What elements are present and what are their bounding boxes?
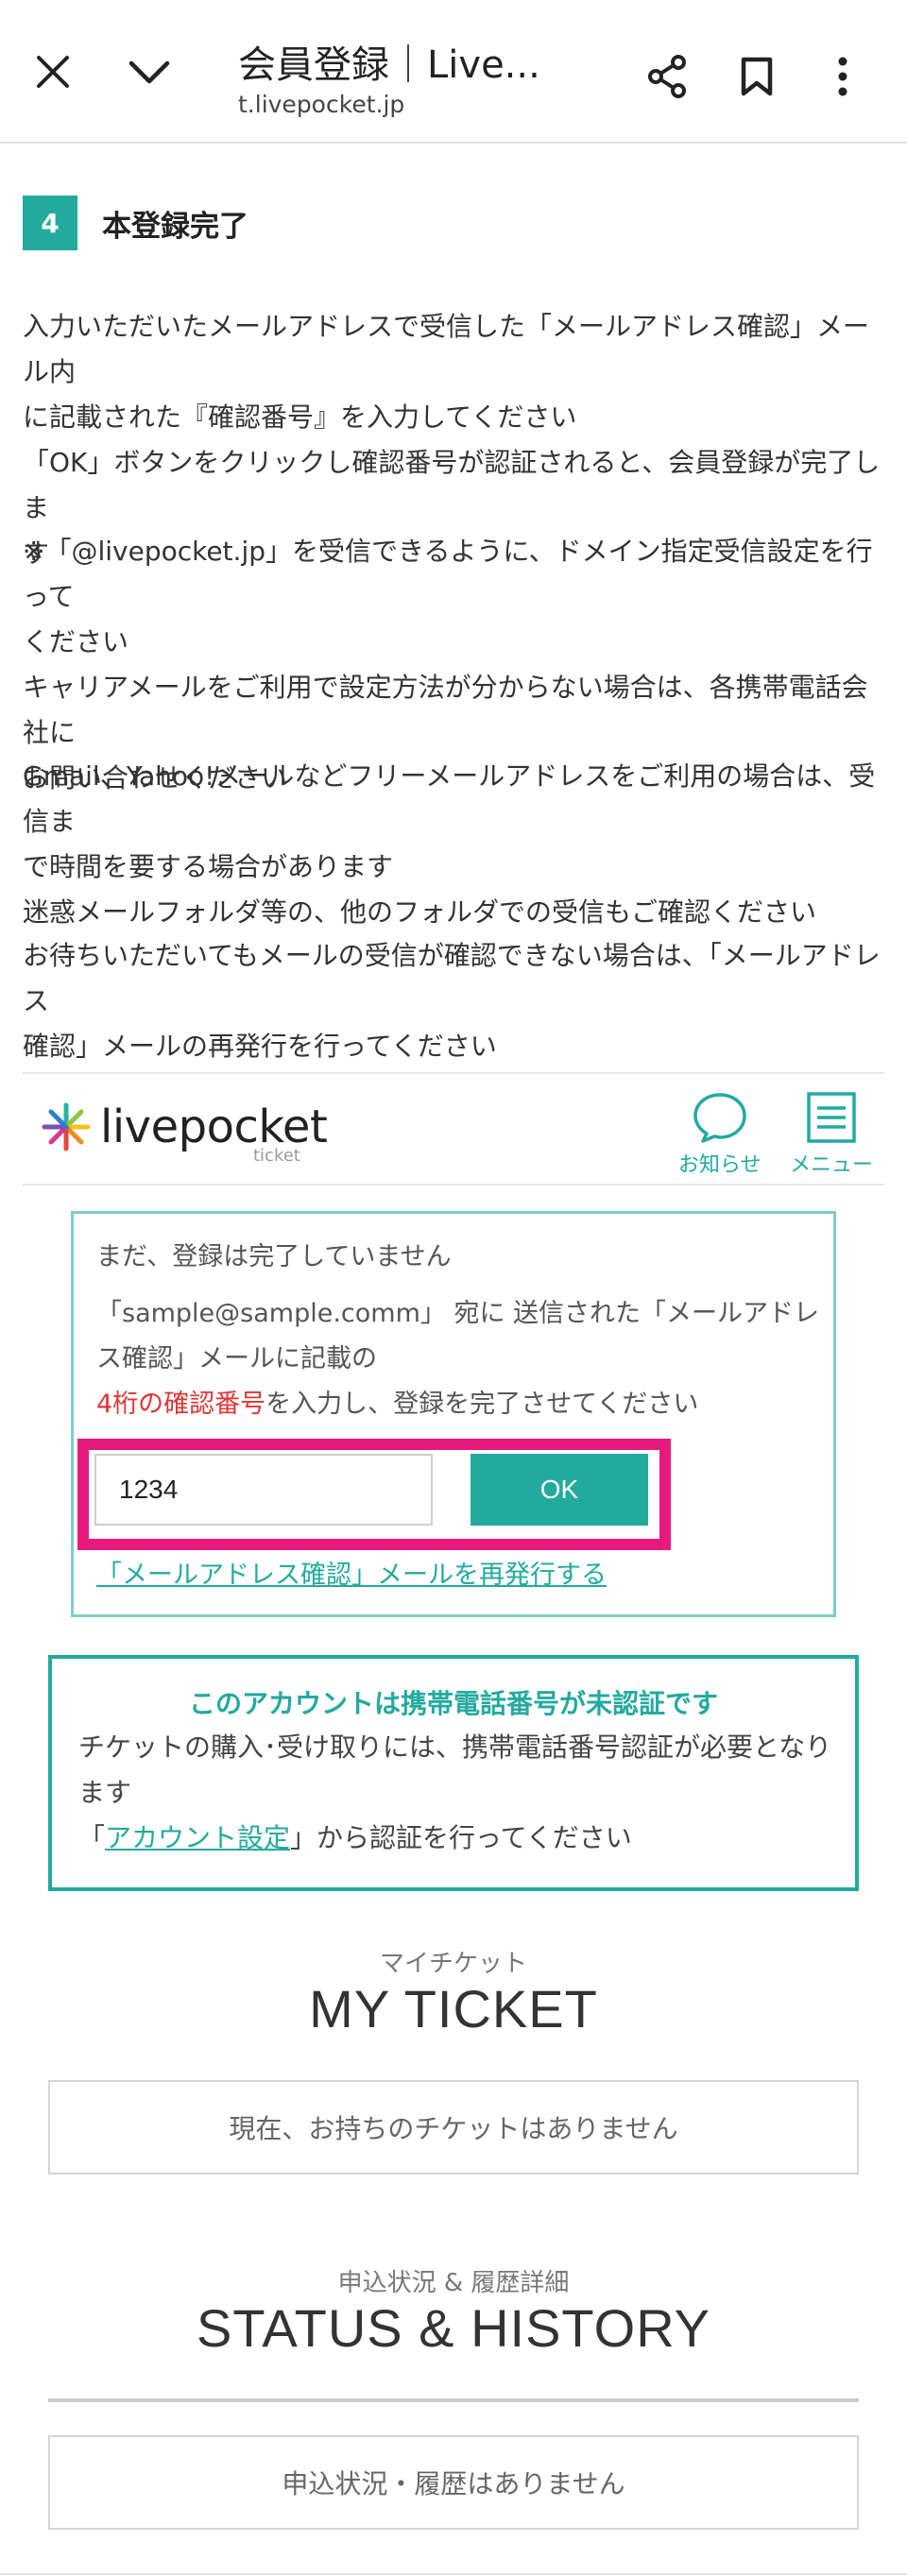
burst-logo-icon	[42, 1102, 91, 1152]
no-ticket-box: 現在、お持ちのチケットはありません	[48, 2080, 859, 2175]
code-digits-warning: 4桁の確認番号	[96, 1390, 266, 1419]
incomplete-notice: まだ、登録は完了していません	[96, 1242, 452, 1271]
my-ticket-subtitle: マイチケット	[379, 1950, 527, 1978]
no-status-box: 申込状況・履歴はありません	[48, 2435, 859, 2530]
page-title[interactable]: 会員登録｜Live...	[238, 34, 540, 89]
browser-toolbar: 会員登録｜Live... t.livepocket.jp	[0, 0, 907, 144]
step-number-badge: 4	[23, 196, 77, 250]
speech-bubble-icon	[693, 1093, 746, 1143]
section-divider	[48, 2398, 859, 2402]
menu-list-icon	[807, 1092, 856, 1143]
logo-subtext: ticket	[253, 1146, 300, 1166]
chevron-down-icon[interactable]	[128, 60, 170, 85]
step-heading: 4 本登録完了	[23, 196, 248, 250]
phone-unverified-title: このアカウントは携帯電話番号が未認証です	[188, 1688, 718, 1719]
bottom-divider	[0, 2573, 907, 2575]
phone-unverified-box: このアカウントは携帯電話番号が未認証です チケットの購入･受け取りには、携帯電話…	[48, 1655, 859, 1891]
more-vert-icon[interactable]	[837, 57, 848, 96]
menu-button[interactable]: メニュー	[790, 1091, 873, 1178]
status-subtitle: 申込状況 & 履歴詳細	[337, 2269, 570, 2297]
bookmark-icon[interactable]	[741, 57, 773, 96]
step-title: 本登録完了	[102, 209, 248, 244]
confirmation-code-input[interactable]: 1234	[94, 1454, 433, 1526]
status-heading: STATUS & HISTORY	[197, 2298, 710, 2358]
app-header: livepocket ticket お知らせ メニュー	[23, 1072, 884, 1186]
sent-to-text: 「sample@sample.comm」 宛に 送信された「メールアドレ ス確認…	[96, 1299, 820, 1419]
close-icon[interactable]	[36, 55, 70, 89]
url-host[interactable]: t.livepocket.jp	[238, 91, 404, 118]
instruction-paragraph-3: Gmail、Yahoo!メールなどフリーメールアドレスをご利用の場合は、受信ま …	[23, 760, 876, 928]
notice-button[interactable]: お知らせ	[678, 1091, 762, 1178]
share-icon[interactable]	[646, 55, 688, 98]
my-ticket-heading: MY TICKET	[309, 1979, 598, 2039]
account-settings-link[interactable]: アカウント設定	[105, 1822, 290, 1853]
phone-unverified-text: チケットの購入･受け取りには、携帯電話番号認証が必要となり ます 「アカウント設…	[78, 1732, 832, 1853]
ok-button[interactable]: OK	[471, 1454, 648, 1526]
instruction-paragraph-4: お待ちいただいてもメールの受信が確認できない場合は、「メールアドレス 確認」メー…	[23, 940, 881, 1062]
resend-email-link[interactable]: 「メールアドレス確認」メールを再発行する	[96, 1554, 607, 1591]
verification-box: まだ、登録は完了していません 「sample@sample.comm」 宛に 送…	[71, 1211, 836, 1617]
